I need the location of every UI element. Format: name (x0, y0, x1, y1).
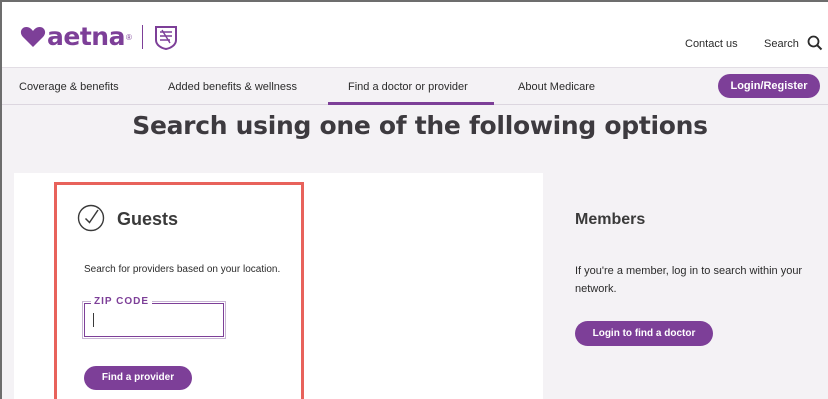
zip-code-label: ZIP CODE (91, 296, 153, 307)
nav-item-about-medicare[interactable]: About Medicare (518, 81, 595, 93)
search-link[interactable]: Search (764, 38, 799, 50)
members-heading: Members (575, 211, 646, 228)
guests-description: Search for providers based on your locat… (84, 264, 281, 275)
logo-registered-mark: ® (125, 32, 132, 42)
zip-code-input[interactable] (86, 308, 220, 334)
browser-viewport: aetna ® Contact us Search Coverage & ben… (0, 0, 828, 399)
search-icon[interactable] (807, 35, 823, 51)
members-description: If you're a member, log in to search wit… (575, 265, 803, 295)
main-nav: Coverage & benefits Added benefits & wel… (2, 68, 828, 105)
page-title: Search using one of the following option… (132, 111, 708, 140)
checkmark-circle-icon (77, 204, 105, 232)
contact-us-link[interactable]: Contact us (685, 38, 738, 50)
text-caret (93, 313, 94, 327)
logo-wordmark: aetna (47, 22, 125, 51)
nav-item-coverage-benefits[interactable]: Coverage & benefits (19, 81, 119, 93)
heart-logo-icon (20, 27, 46, 47)
logo-divider (141, 25, 143, 49)
nav-item-added-benefits[interactable]: Added benefits & wellness (168, 81, 297, 93)
nav-item-find-doctor[interactable]: Find a doctor or provider (348, 81, 468, 93)
guests-heading: Guests (117, 209, 179, 229)
login-register-button[interactable]: Login/Register (718, 74, 820, 98)
site-header: aetna ® Contact us Search (2, 2, 828, 68)
aetna-logo[interactable]: aetna ® (20, 24, 179, 50)
cvs-health-badge-icon (154, 26, 177, 50)
find-provider-button[interactable]: Find a provider (84, 366, 192, 390)
login-find-doctor-button[interactable]: Login to find a doctor (575, 321, 713, 346)
